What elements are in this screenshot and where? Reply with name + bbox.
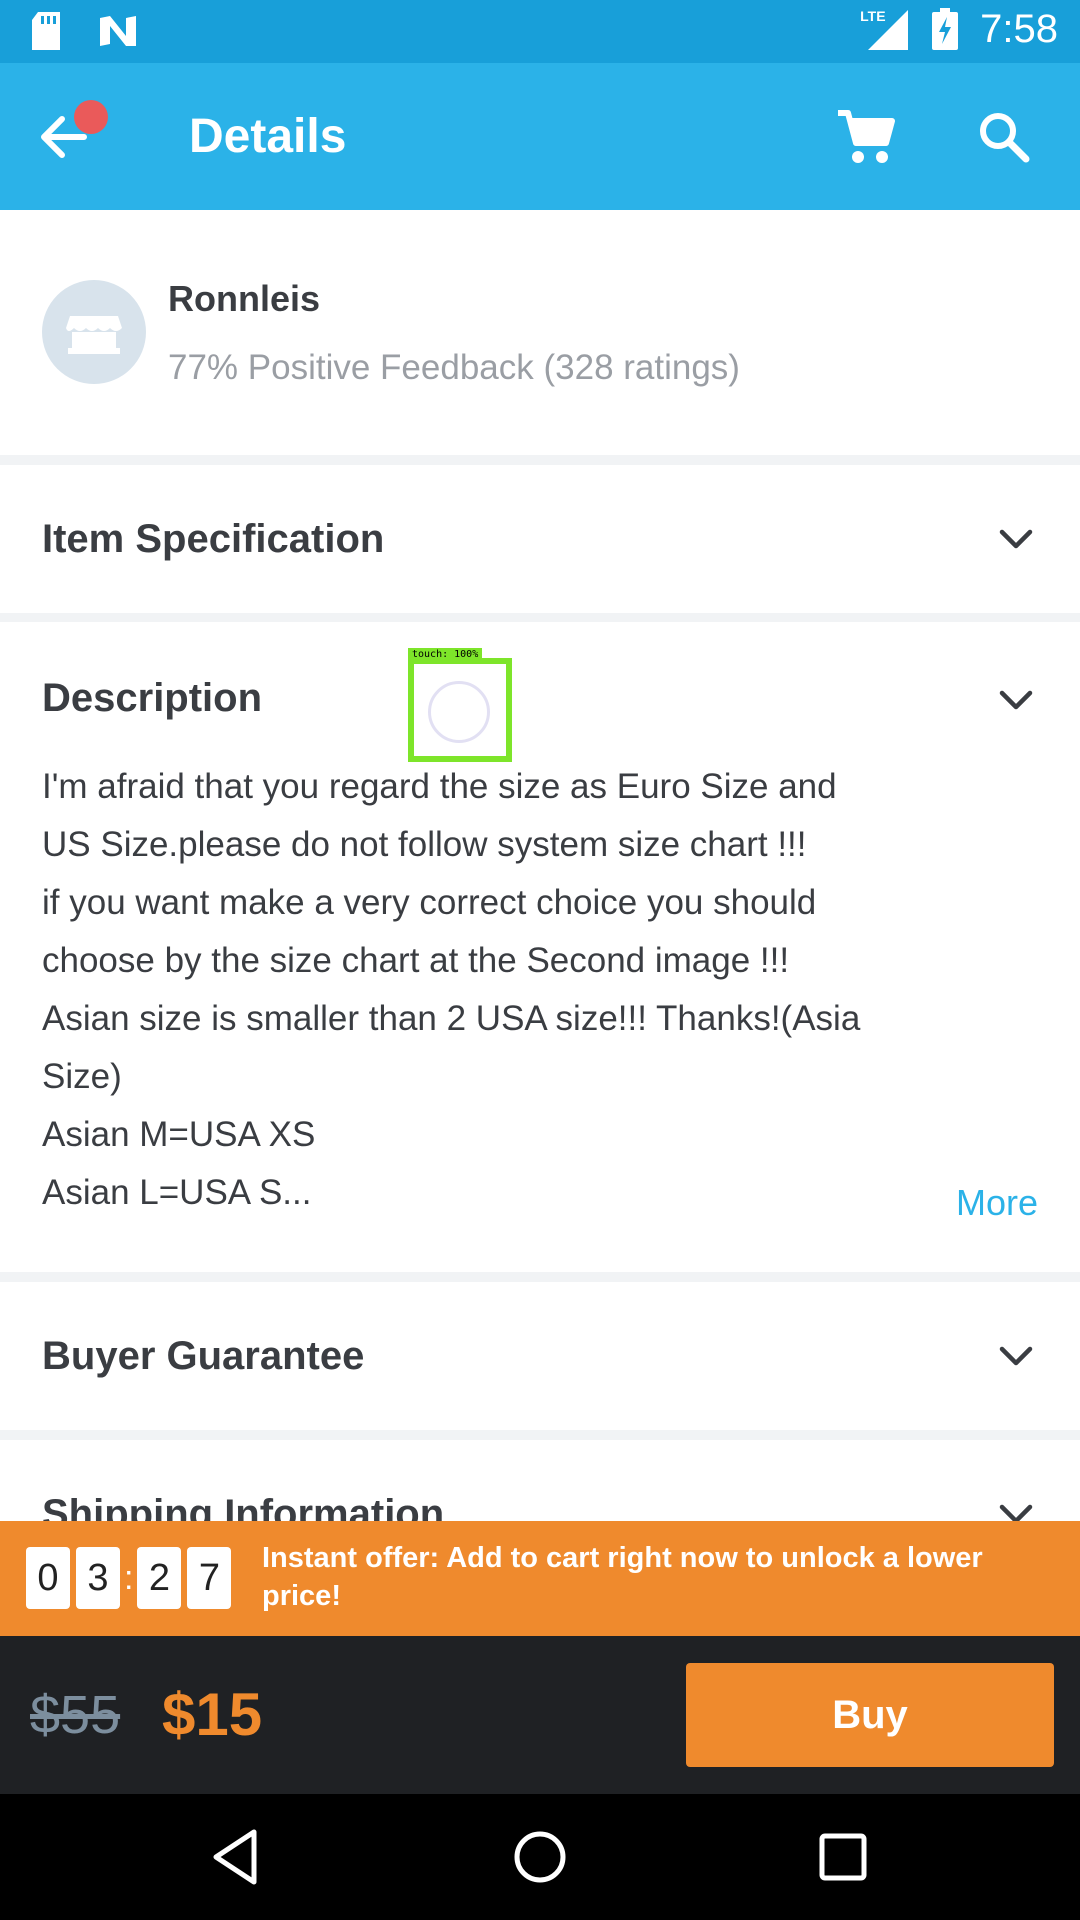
search-icon (980, 113, 1030, 163)
buy-button[interactable]: Buy (686, 1663, 1054, 1767)
buyer-guarantee-title: Buyer Guarantee (42, 1334, 365, 1378)
description-line: Asian M=USA XS (42, 1115, 316, 1154)
description-line: I'm afraid that you regard the size as E… (42, 767, 837, 806)
timer-digit: 2 (137, 1547, 182, 1609)
cart-button[interactable] (836, 107, 900, 171)
description-line: choose by the size chart at the Second i… (42, 941, 790, 980)
nav-back-icon[interactable] (204, 1824, 270, 1890)
description-line: US Size.please do not follow system size… (42, 825, 807, 864)
touch-point (428, 681, 490, 743)
divider (0, 455, 1080, 465)
description-line: if you want make a very correct choice y… (42, 883, 817, 922)
battery-charging-icon (932, 8, 959, 50)
countdown-timer: 0 3 : 2 7 (26, 1547, 237, 1609)
timer-digit: 3 (76, 1547, 120, 1609)
buy-bar: $55 $15 Buy (0, 1636, 1080, 1794)
n-logo-icon (100, 16, 136, 46)
store-icon (66, 316, 122, 354)
description-line: Asian L=USA S... (42, 1173, 312, 1212)
store-avatar (42, 280, 146, 384)
network-type-label: LTE (860, 8, 886, 24)
clock: 7:58 (980, 6, 1058, 51)
description-section[interactable]: Description I'm afraid that you regard t… (0, 622, 1080, 1272)
chevron-down-icon (999, 1346, 1033, 1366)
description-line: Asian size is smaller than 2 USA size!!!… (42, 999, 861, 1038)
divider (0, 1272, 1080, 1282)
search-button[interactable] (974, 107, 1038, 171)
chevron-down-icon (999, 529, 1033, 549)
item-specification-title: Item Specification (42, 517, 385, 561)
system-nav-bar (0, 1794, 1080, 1920)
instant-offer-banner[interactable]: 0 3 : 2 7 Instant offer: Add to cart rig… (0, 1521, 1080, 1636)
status-bar: LTE 7:58 (0, 0, 1080, 63)
cart-icon (838, 110, 895, 163)
signal-icon: LTE (860, 6, 910, 52)
more-link[interactable]: More (956, 1182, 1038, 1224)
nav-home-icon[interactable] (507, 1824, 573, 1890)
description-text: I'm afraid that you regard the size as E… (42, 758, 962, 1222)
item-specification-row[interactable]: Item Specification (0, 465, 1080, 613)
chevron-down-icon (999, 690, 1033, 710)
timer-digit: 7 (187, 1547, 232, 1609)
timer-separator: : (124, 1558, 134, 1597)
sd-card-icon (32, 12, 60, 50)
description-line: Size) (42, 1057, 122, 1096)
notification-dot (74, 100, 108, 134)
seller-name: Ronnleis (168, 278, 321, 319)
divider (0, 1430, 1080, 1440)
description-title: Description (42, 676, 263, 720)
app-bar: Details (0, 63, 1080, 210)
seller-card[interactable]: Ronnleis 77% Positive Feedback (328 rati… (0, 210, 1080, 455)
page-title: Details (189, 110, 347, 163)
buyer-guarantee-row[interactable]: Buyer Guarantee (0, 1282, 1080, 1430)
seller-feedback: 77% Positive Feedback (328 ratings) (168, 348, 740, 387)
sale-price: $15 (162, 1681, 263, 1748)
offer-text: Instant offer: Add to cart right now to … (262, 1542, 983, 1612)
original-price: $55 (30, 1685, 121, 1745)
timer-digit: 0 (26, 1547, 70, 1609)
nav-recents-icon[interactable] (810, 1824, 876, 1890)
